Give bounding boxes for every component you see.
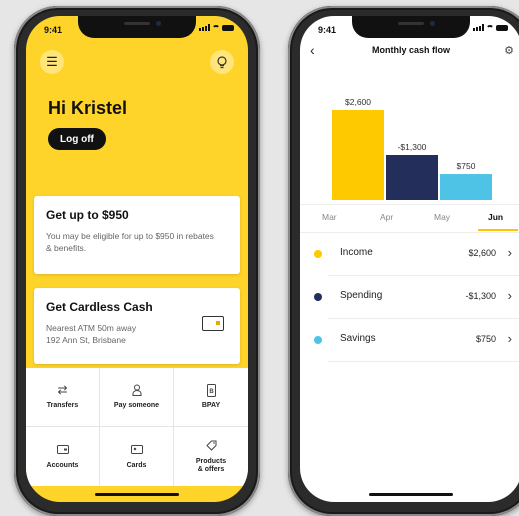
cards-button[interactable]: Cards <box>100 427 174 486</box>
income-row[interactable]: Income $2,600 › <box>314 233 519 276</box>
battery-icon <box>496 24 508 31</box>
bpay-button[interactable]: B BPAY <box>174 368 248 427</box>
promo-card[interactable]: Get up to $950 You may be eligible for u… <box>34 196 240 274</box>
month-tab-apr[interactable]: Apr <box>380 212 393 222</box>
status-time: 9:41 <box>44 25 63 35</box>
cash-flow-chart: $2,600 -$1,300 $750 <box>332 97 492 200</box>
wifi-icon <box>486 24 494 31</box>
bar-label-income: $2,600 <box>345 97 371 107</box>
atm-card-icon <box>202 316 224 331</box>
bpay-icon: B <box>206 384 216 397</box>
svg-text:B: B <box>209 389 214 395</box>
products-offers-label: Products & offers <box>195 457 227 473</box>
home-indicator <box>369 493 453 496</box>
chevron-right-icon: › <box>507 245 512 260</box>
products-offers-button[interactable]: Products & offers <box>174 427 248 486</box>
savings-row[interactable]: Savings $750 › <box>314 319 519 362</box>
cardless-distance: Nearest ATM 50m away <box>46 323 137 333</box>
promo-text: You may be eligible for up to $950 in re… <box>46 231 214 253</box>
shuffle-icon: ⇄ <box>57 383 68 397</box>
cash-flow-screen: 9:41 ‹ Monthly cash flow ⚙ $2,600 -$1,300… <box>300 16 519 502</box>
bar-label-savings: $750 <box>457 161 476 171</box>
bar-spending <box>386 155 438 200</box>
spending-label: Spending <box>340 290 383 301</box>
notch <box>352 16 470 38</box>
income-dot <box>314 250 322 258</box>
savings-label: Savings <box>340 333 376 344</box>
month-tab-may[interactable]: May <box>434 212 450 222</box>
transfers-button[interactable]: ⇄ Transfers <box>26 368 100 427</box>
card-icon <box>130 444 143 456</box>
month-tab-mar[interactable]: Mar <box>322 212 337 222</box>
page-title: Monthly cash flow <box>371 45 450 55</box>
cardless-title: Get Cardless Cash <box>46 300 153 314</box>
month-tab-jun[interactable]: Jun <box>488 212 503 222</box>
cardless-cash-card[interactable]: Get Cardless Cash Nearest ATM 50m away 1… <box>34 288 240 364</box>
cards-label: Cards <box>126 461 147 469</box>
hamburger-icon[interactable]: ☰ <box>40 50 64 74</box>
wallet-icon <box>56 444 69 456</box>
bar-savings <box>440 174 492 200</box>
accounts-label: Accounts <box>46 461 79 469</box>
cash-flow-list: Income $2,600 › Spending -$1,300 › Savin… <box>300 232 519 362</box>
person-icon <box>132 384 142 396</box>
chevron-right-icon: › <box>507 288 512 303</box>
bpay-label: BPAY <box>201 402 221 409</box>
lightbulb-icon[interactable] <box>210 50 234 74</box>
bar-label-spending: -$1,300 <box>398 142 427 152</box>
tag-icon <box>205 440 217 452</box>
home-indicator <box>95 493 179 496</box>
spending-dot <box>314 293 322 301</box>
cardless-address: 192 Ann St, Brisbane <box>46 335 126 345</box>
bar-income <box>332 110 384 200</box>
greeting: Hi Kristel <box>48 98 128 118</box>
pay-someone-button[interactable]: Pay someone <box>100 368 174 427</box>
savings-value: $750 <box>475 334 496 344</box>
left-phone: 9:41 ☰ Hi Kristel Log off Get up to $950… <box>14 6 260 516</box>
savings-dot <box>314 336 322 344</box>
battery-icon <box>222 24 234 31</box>
transfers-label: Transfers <box>46 402 79 409</box>
promo-title: Get up to $950 <box>46 208 129 222</box>
signal-icon <box>473 24 484 31</box>
notch <box>78 16 196 38</box>
right-phone: 9:41 ‹ Monthly cash flow ⚙ $2,600 -$1,300… <box>288 6 519 516</box>
spending-row[interactable]: Spending -$1,300 › <box>314 276 519 319</box>
gear-icon[interactable]: ⚙ <box>504 44 514 57</box>
chevron-right-icon: › <box>507 331 512 346</box>
income-label: Income <box>340 247 373 258</box>
pay-someone-label: Pay someone <box>113 402 160 409</box>
logoff-button[interactable]: Log off <box>48 128 106 150</box>
wifi-icon <box>212 24 220 31</box>
signal-icon <box>199 24 210 31</box>
home-screen: 9:41 ☰ Hi Kristel Log off Get up to $950… <box>26 16 248 502</box>
month-selector: Mar Apr May Jun <box>300 204 519 231</box>
active-month-indicator <box>478 229 518 231</box>
spending-value: -$1,300 <box>465 291 496 301</box>
status-time: 9:41 <box>318 25 337 35</box>
income-value: $2,600 <box>468 248 496 258</box>
nav-bar: ‹ Monthly cash flow ⚙ <box>300 40 519 62</box>
accounts-button[interactable]: Accounts <box>26 427 100 486</box>
quick-actions-grid: ⇄ Transfers Pay someone B BPAY Accounts <box>26 368 248 486</box>
